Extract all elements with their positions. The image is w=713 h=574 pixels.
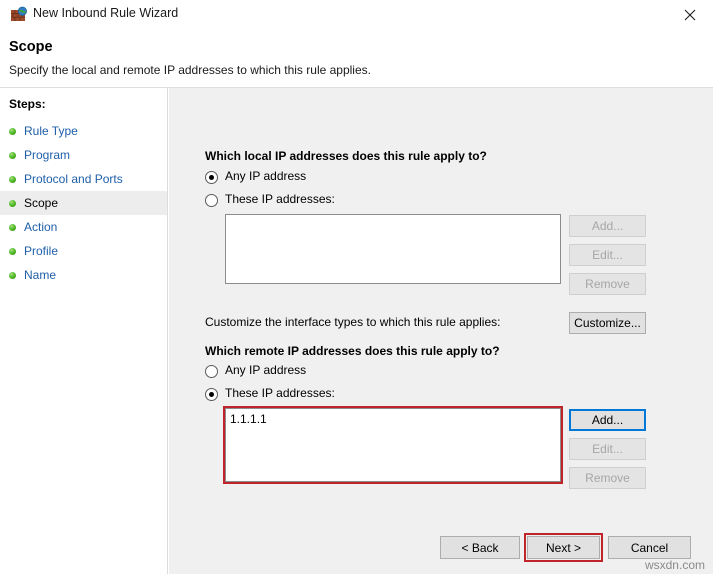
step-bullet-icon — [9, 200, 16, 207]
cancel-button[interactable]: Cancel — [608, 536, 691, 559]
sidebar-item-rule-type[interactable]: Rule Type — [0, 119, 167, 143]
local-remove-button: Remove — [569, 273, 646, 295]
local-edit-button: Edit... — [569, 244, 646, 266]
remote-edit-button: Edit... — [569, 438, 646, 460]
steps-sidebar: Steps: Rule Type Program Protocol and Po… — [0, 88, 168, 574]
local-any-ip-label: Any IP address — [225, 169, 307, 183]
sidebar-item-name[interactable]: Name — [0, 263, 167, 287]
wizard-window: New Inbound Rule Wizard Scope Specify th… — [0, 0, 713, 574]
back-button[interactable]: < Back — [440, 536, 520, 559]
sidebar-item-profile[interactable]: Profile — [0, 239, 167, 263]
list-item[interactable]: 1.1.1.1 — [230, 412, 267, 426]
sidebar-item-label: Scope — [24, 196, 59, 210]
page-subtitle: Specify the local and remote IP addresse… — [9, 63, 371, 77]
remote-ip-question: Which remote IP addresses does this rule… — [205, 344, 500, 358]
remote-add-button[interactable]: Add... — [569, 409, 646, 431]
radio-indicator-icon — [205, 194, 218, 207]
sidebar-item-label: Rule Type — [24, 124, 78, 138]
step-bullet-icon — [9, 248, 16, 255]
radio-indicator-icon — [205, 171, 218, 184]
close-icon[interactable] — [668, 0, 713, 30]
step-bullet-icon — [9, 224, 16, 231]
sidebar-item-program[interactable]: Program — [0, 143, 167, 167]
title-bar: New Inbound Rule Wizard — [0, 0, 713, 30]
steps-header: Steps: — [9, 97, 46, 111]
customize-button[interactable]: Customize... — [569, 312, 646, 334]
local-ip-listbox[interactable] — [225, 214, 561, 284]
page-header: Scope Specify the local and remote IP ad… — [0, 30, 713, 88]
sidebar-item-label: Profile — [24, 244, 59, 258]
sidebar-item-label: Name — [24, 268, 57, 282]
radio-indicator-icon — [205, 365, 218, 378]
step-bullet-icon — [9, 128, 16, 135]
remote-remove-button: Remove — [569, 467, 646, 489]
step-bullet-icon — [9, 272, 16, 279]
next-button[interactable]: Next > — [527, 536, 600, 559]
main-panel: Which local IP addresses does this rule … — [169, 88, 713, 574]
remote-any-ip-label: Any IP address — [225, 363, 307, 377]
watermark: wsxdn.com — [644, 558, 705, 572]
sidebar-item-label: Program — [24, 148, 71, 162]
sidebar-item-label: Protocol and Ports — [24, 172, 123, 186]
remote-ip-listbox[interactable]: 1.1.1.1 — [225, 408, 561, 482]
window-title: New Inbound Rule Wizard — [33, 6, 179, 20]
step-bullet-icon — [9, 176, 16, 183]
local-add-button: Add... — [569, 215, 646, 237]
local-ip-question: Which local IP addresses does this rule … — [205, 149, 487, 163]
local-these-ip-label: These IP addresses: — [225, 192, 335, 206]
sidebar-item-label: Action — [24, 220, 58, 234]
step-bullet-icon — [9, 152, 16, 159]
steps-list: Rule Type Program Protocol and Ports Sco… — [0, 119, 167, 287]
remote-these-ip-label: These IP addresses: — [225, 386, 335, 400]
sidebar-item-protocol-and-ports[interactable]: Protocol and Ports — [0, 167, 167, 191]
sidebar-item-action[interactable]: Action — [0, 215, 167, 239]
interface-types-label: Customize the interface types to which t… — [205, 315, 501, 329]
radio-indicator-icon — [205, 388, 218, 401]
firewall-globe-icon — [10, 6, 28, 24]
page-title: Scope — [9, 39, 53, 55]
sidebar-item-scope[interactable]: Scope — [0, 191, 167, 215]
